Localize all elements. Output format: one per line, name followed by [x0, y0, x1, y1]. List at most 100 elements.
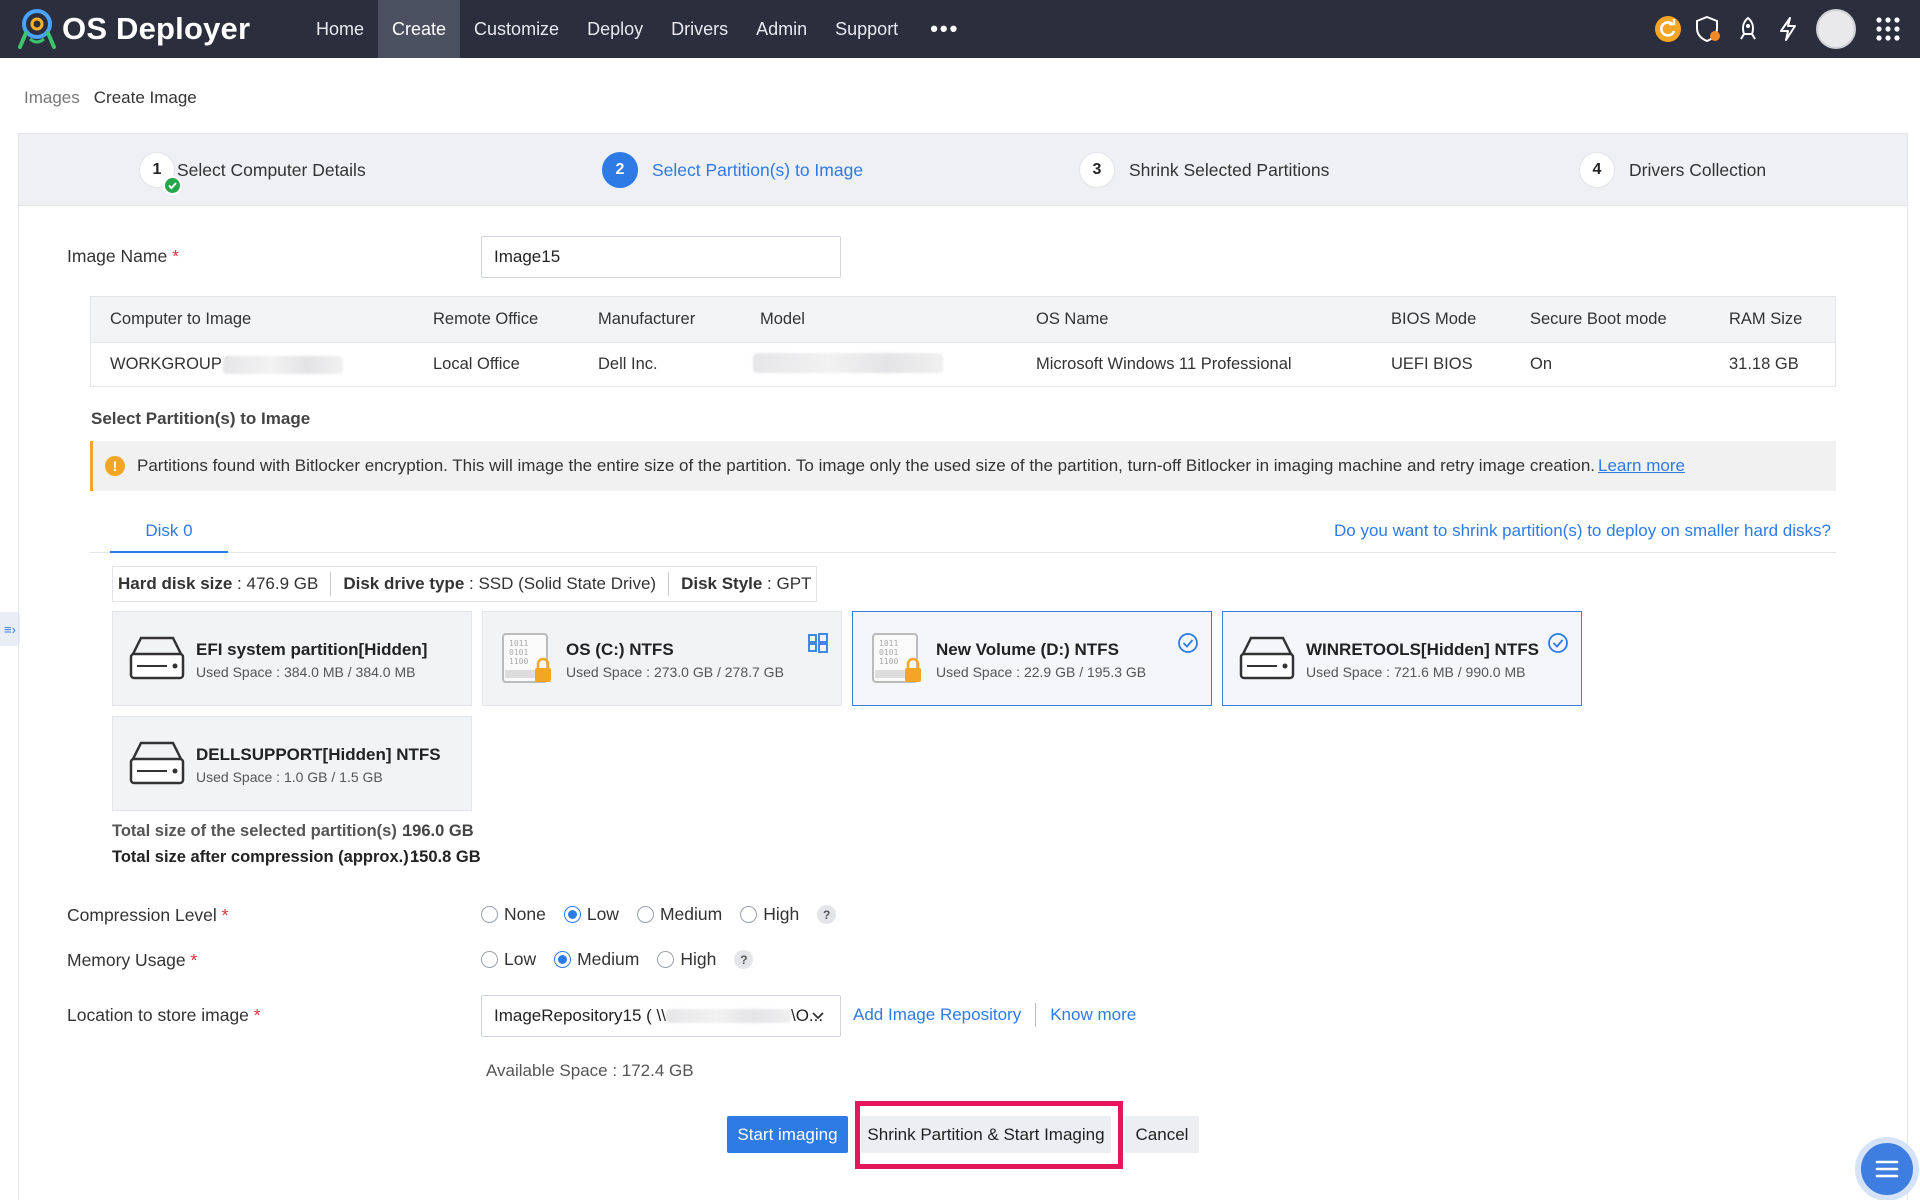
help-icon[interactable]: ? [817, 905, 837, 924]
table-header: Computer to Image Remote Office Manufact… [91, 297, 1835, 343]
side-panel-toggle-icon[interactable]: ≡› [0, 612, 20, 646]
app-logo[interactable]: OS Deployer [18, 7, 288, 51]
compression-low-radio[interactable]: Low [563, 904, 619, 925]
col-computer: Computer to Image [110, 310, 252, 328]
cell-secure-boot: On [1530, 355, 1553, 373]
nav-drivers[interactable]: Drivers [657, 0, 742, 58]
compression-level-label: Compression Level * [67, 905, 229, 925]
partition-used-space: Used Space : 1.0 GB / 1.5 GB [196, 769, 383, 785]
cell-manufacturer: Dell Inc. [598, 355, 658, 373]
step-drivers-collection[interactable]: 4 Drivers Collection [1579, 152, 1766, 188]
partition-card-efi[interactable]: EFI system partition[Hidden] Used Space … [112, 611, 472, 706]
location-label: Location to store image * [67, 1005, 261, 1025]
start-imaging-button[interactable]: Start imaging [727, 1116, 848, 1153]
step-complete-check-icon [163, 176, 182, 195]
cell-remote-office: Local Office [433, 355, 520, 373]
partition-section-title: Select Partition(s) to Image [91, 409, 311, 428]
total-selected-label: Total size of the selected partition(s) … [112, 822, 407, 840]
partition-name: New Volume (D:) NTFS [936, 640, 1119, 659]
col-remote-office: Remote Office [433, 310, 539, 328]
top-right-actions [1648, 0, 1920, 58]
partition-card-os-c[interactable]: 1011 0101 1100 OS (C:) NTFS Used Space :… [482, 611, 842, 706]
partition-card-new-volume-d[interactable]: 1011 0101 1100 New Volume (D:) NTFS Used… [852, 611, 1212, 706]
shrink-and-start-imaging-button[interactable]: Shrink Partition & Start Imaging [861, 1116, 1111, 1153]
divider [1035, 1003, 1037, 1027]
memory-high-radio[interactable]: High [657, 949, 716, 970]
disk-style-value: : GPT [762, 574, 812, 593]
add-image-repository-link[interactable]: Add Image Repository [853, 1005, 1021, 1025]
partition-name: OS (C:) NTFS [566, 640, 674, 659]
exclamation-icon: ! [105, 456, 125, 476]
svg-text:1100: 1100 [509, 657, 528, 666]
nav-admin[interactable]: Admin [742, 0, 821, 58]
check-circle-icon [1548, 633, 1568, 653]
memory-medium-radio[interactable]: Medium [554, 949, 639, 970]
disk-size-value: : 476.9 GB [232, 574, 319, 593]
nav-home[interactable]: Home [302, 0, 378, 58]
nav-customize[interactable]: Customize [460, 0, 573, 58]
lightning-icon[interactable] [1768, 0, 1808, 58]
nav-support[interactable]: Support [821, 0, 912, 58]
nav-deploy[interactable]: Deploy [573, 0, 657, 58]
tab-disk-0[interactable]: Disk 0 [110, 512, 228, 553]
total-selected-size: Total size of the selected partition(s) … [112, 822, 474, 841]
col-manufacturer: Manufacturer [598, 310, 696, 328]
disk-tabs: Disk 0 Do you want to shrink partition(s… [90, 512, 1836, 553]
memory-low-radio[interactable]: Low [481, 949, 536, 970]
app-grid-icon[interactable] [1868, 0, 1908, 58]
security-shield-icon[interactable] [1688, 0, 1728, 58]
encrypted-drive-icon: 1011 0101 1100 [872, 633, 921, 683]
rocket-icon[interactable] [1728, 0, 1768, 58]
compression-high-radio[interactable]: High [740, 904, 799, 925]
wizard-stepper: 1 Select Computer Details 2 Select Parti… [19, 134, 1907, 206]
col-bios-mode: BIOS Mode [1391, 310, 1477, 328]
step-label: Select Partition(s) to Image [652, 159, 864, 180]
redacted-computer-name [223, 356, 343, 374]
nav-create[interactable]: Create [378, 0, 461, 58]
image-repository-select[interactable]: ImageRepository15 ( \\ \O... [481, 995, 841, 1037]
compression-medium-radio[interactable]: Medium [636, 904, 722, 925]
more-menu-icon[interactable]: ••• [912, 0, 977, 58]
main-nav: Home Create Customize Deploy Drivers Adm… [302, 0, 977, 58]
user-avatar[interactable] [1816, 9, 1856, 49]
compression-none-radio[interactable]: None [481, 904, 546, 925]
partition-card-dellsupport[interactable]: DELLSUPPORT[Hidden] NTFS Used Space : 1.… [112, 716, 472, 811]
step-select-computer-details[interactable]: 1 Select Computer Details [139, 152, 366, 195]
svg-text:0101: 0101 [879, 648, 898, 657]
disk-size-label: Hard disk size [118, 574, 233, 593]
breadcrumb-images[interactable]: Images [24, 88, 80, 108]
col-model: Model [760, 310, 805, 328]
memory-usage-label: Memory Usage * [67, 950, 198, 970]
app-title: OS Deployer [62, 11, 251, 46]
learn-more-link[interactable]: Learn more [1598, 456, 1685, 476]
cell-ram-size: 31.18 GB [1729, 355, 1799, 373]
repository-links: Add Image Repository Know more [853, 1003, 1136, 1027]
partition-used-space: Used Space : 22.9 GB / 195.3 GB [936, 664, 1147, 680]
step-shrink-partitions[interactable]: 3 Shrink Selected Partitions [1079, 152, 1329, 188]
image-name-input[interactable]: Image15 [481, 236, 841, 278]
col-ram-size: RAM Size [1729, 310, 1803, 328]
help-icon[interactable]: ? [734, 950, 754, 969]
cancel-button[interactable]: Cancel [1125, 1116, 1199, 1153]
step-label: Select Computer Details [177, 159, 366, 180]
step-number: 3 [1079, 152, 1115, 188]
step-select-partitions[interactable]: 2 Select Partition(s) to Image [602, 152, 863, 188]
total-compressed-value: 150.8 GB [410, 848, 481, 866]
svg-text:1011: 1011 [509, 639, 528, 648]
shrink-partitions-link[interactable]: Do you want to shrink partition(s) to de… [1334, 521, 1831, 541]
chat-menu-icon[interactable] [1855, 1137, 1919, 1200]
hard-drive-icon [129, 741, 185, 785]
partition-card-winretools[interactable]: WINRETOOLS[Hidden] NTFS Used Space : 721… [1222, 611, 1582, 706]
cell-bios-mode: UEFI BIOS [1391, 355, 1473, 373]
breadcrumb: Images Create Image [24, 88, 197, 108]
divider [668, 572, 670, 596]
refresh-icon[interactable] [1648, 0, 1688, 58]
partition-name: WINRETOOLS[Hidden] NTFS [1306, 640, 1539, 659]
cell-os-name: Microsoft Windows 11 Professional [1036, 355, 1292, 373]
know-more-link[interactable]: Know more [1050, 1005, 1136, 1025]
hard-drive-icon [129, 636, 185, 680]
compression-level-options: None Low Medium High ? [481, 904, 837, 925]
top-navigation-bar: OS Deployer Home Create Customize Deploy… [0, 0, 1920, 58]
image-name-label: Image Name * [67, 246, 179, 266]
breadcrumb-create-image: Create Image [93, 88, 197, 107]
